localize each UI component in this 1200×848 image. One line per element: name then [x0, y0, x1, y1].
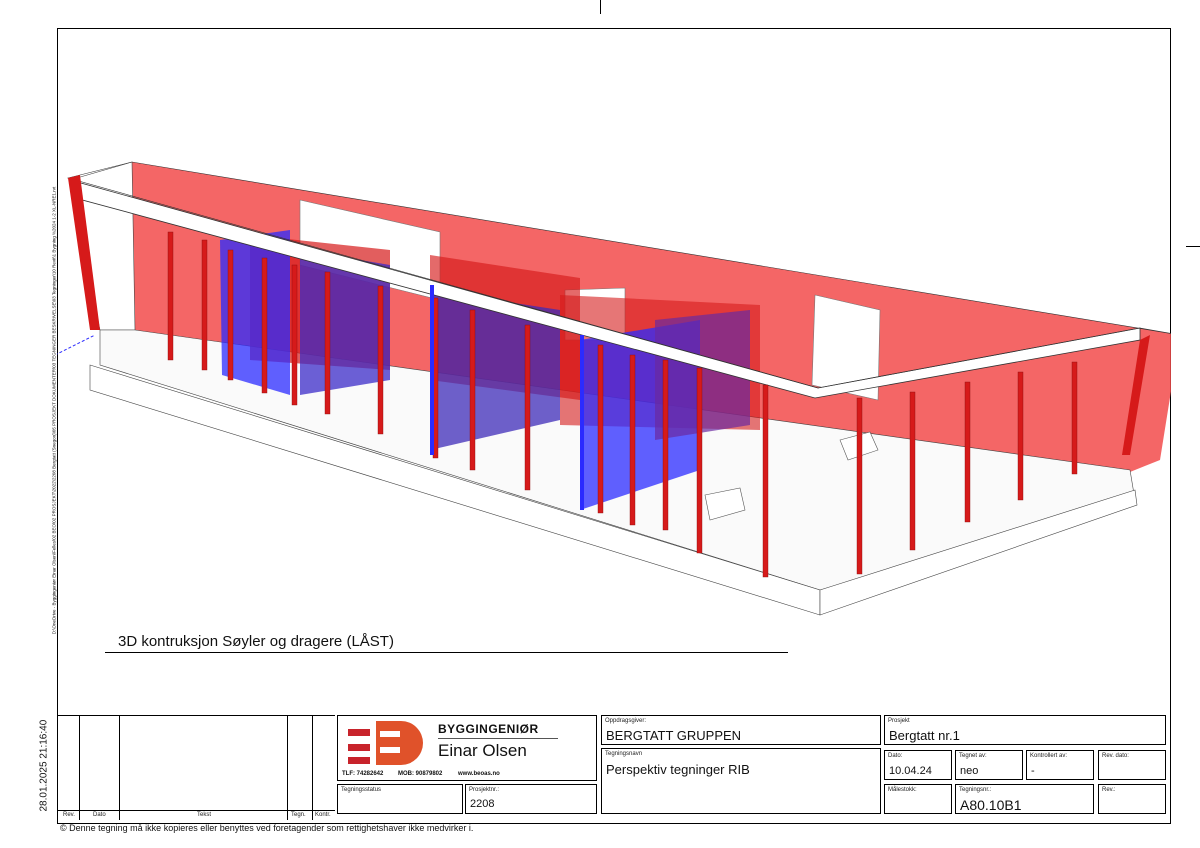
prosjekt-value: Bergtatt nr.1 — [889, 728, 960, 743]
company-logo-icon — [348, 721, 423, 765]
tegnet-av-cell: Tegnet av: neo — [955, 750, 1023, 780]
oppdragsgiver-cell: Oppdragsgiver: BERGTATT GRUPPEN — [601, 715, 881, 745]
rev-cell: Rev.: — [1098, 784, 1166, 814]
tekst-header: Tekst — [197, 812, 212, 818]
tegnet-av-value: neo — [960, 765, 979, 777]
kontrollert-av-value: - — [1031, 765, 1035, 777]
print-datetime: 28.01.2025 21:16:40 — [38, 719, 50, 812]
tegningsnr-value: A80.10B1 — [960, 797, 1022, 813]
3d-model-drawing — [57, 161, 1171, 616]
top-center-mark — [600, 0, 601, 14]
prosjektnr-value: 2208 — [470, 798, 495, 810]
tegningsnavn-cell: Tegningsnavn Perspektiv tegninger RIB — [601, 748, 881, 814]
oppdragsgiver-value: BERGTATT GRUPPEN — [606, 728, 742, 743]
kontr-header: Kontr. — [315, 812, 331, 818]
company-name-line2: Einar Olsen — [438, 741, 527, 760]
file-path-text: D:\OneDrive - Byggingeniør Einar Olsen\F… — [51, 186, 57, 635]
copyright-notice: © Denne tegning må ikke kopieres eller b… — [60, 823, 474, 833]
kontrollert-av-cell: Kontrollert av: - — [1026, 750, 1094, 780]
prosjektnr-cell: Prosjektnr.: 2208 — [465, 784, 597, 814]
company-website: www.beoas.no — [458, 771, 500, 777]
view-title: 3D kontruksjon Søyler og dragere (LÅST) — [118, 633, 394, 650]
rev-header: Rev. — [63, 812, 75, 818]
revision-table: Rev. Dato Tekst Tegn. Kontr. — [57, 715, 335, 820]
view-title-underline — [105, 652, 788, 653]
dato-value: 10.04.24 — [889, 765, 932, 777]
dato-cell: Dato: 10.04.24 — [884, 750, 952, 780]
dato-header: Dato — [93, 812, 106, 818]
company-mobile: MOB: 90879802 — [398, 771, 443, 777]
tegningsstatus-cell: Tegningsstatus — [337, 784, 463, 814]
tegningsnr-cell: Tegningsnr.: A80.10B1 — [955, 784, 1094, 814]
company-name-line1: BYGGINGENIØR — [438, 722, 539, 736]
tegn-header: Tegn. — [291, 812, 306, 818]
company-phone: TLF: 74282642 — [342, 771, 384, 777]
malestokk-cell: Målestokk: — [884, 784, 952, 814]
company-logo-box: BYGGINGENIØR Einar Olsen TLF: 74282642 M… — [337, 715, 597, 781]
tegningsnavn-value: Perspektiv tegninger RIB — [606, 762, 750, 777]
reference-line — [57, 334, 96, 355]
right-center-mark — [1186, 246, 1200, 247]
rev-dato-cell: Rev. dato: — [1098, 750, 1166, 780]
prosjekt-cell: Prosjekt Bergtatt nr.1 — [884, 715, 1166, 745]
